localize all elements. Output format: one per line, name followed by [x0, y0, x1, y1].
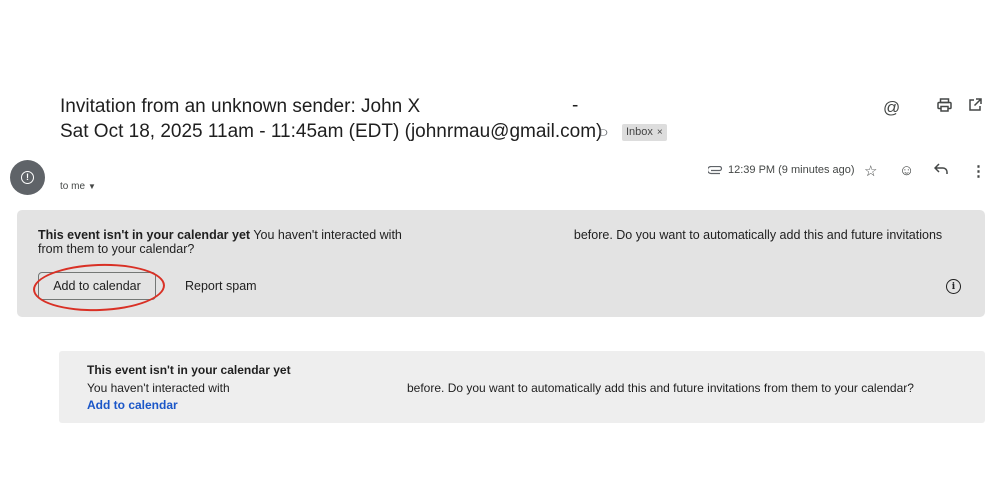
- inbox-label-chip[interactable]: Inbox ×: [622, 124, 667, 141]
- recipient-label: to me: [60, 181, 86, 192]
- unknown-sender-icon: !: [21, 171, 34, 184]
- add-to-calendar-button[interactable]: Add to calendar: [38, 272, 156, 300]
- reply-icon[interactable]: [933, 162, 948, 179]
- sender-avatar[interactable]: !: [10, 160, 45, 195]
- at-icon[interactable]: @: [883, 98, 900, 118]
- more-vert-icon[interactable]: ⋮: [971, 162, 986, 180]
- recipient-details-toggle[interactable]: to me ▼: [60, 181, 96, 192]
- remove-label-icon[interactable]: ×: [657, 127, 663, 138]
- inbox-label-text: Inbox: [626, 126, 653, 138]
- email-subject-line1: Invitation from an unknown sender: John …: [60, 96, 421, 117]
- banner-title: This event isn't in your calendar yet: [38, 228, 251, 242]
- compact-banner-title: This event isn't in your calendar yet: [87, 363, 291, 377]
- paperclip-icon: [706, 163, 723, 178]
- compact-banner-text-after: before. Do you want to automatically add…: [407, 381, 914, 395]
- calendar-banner: [17, 210, 985, 317]
- email-subject-line2: Sat Oct 18, 2025 11am - 11:45am (EDT) (j…: [60, 121, 603, 142]
- star-icon[interactable]: ☆: [864, 162, 877, 180]
- print-icon[interactable]: [937, 98, 952, 117]
- report-spam-button[interactable]: Report spam: [185, 279, 257, 293]
- open-in-new-window-icon[interactable]: [968, 98, 982, 117]
- importance-marker-icon[interactable]: ⫐: [600, 124, 608, 140]
- subject-dash: -: [572, 95, 579, 116]
- message-timestamp: 12:39 PM (9 minutes ago): [728, 164, 855, 176]
- add-to-calendar-link[interactable]: Add to calendar: [87, 398, 178, 412]
- emoji-icon[interactable]: ☺: [899, 162, 914, 179]
- banner-text-before: You haven't interacted with: [253, 228, 402, 242]
- info-icon[interactable]: i: [946, 279, 961, 294]
- compact-banner-text-before: You haven't interacted with: [87, 381, 230, 395]
- calendar-banner-text: This event isn't in your calendar yet Yo…: [38, 228, 948, 256]
- chevron-down-icon: ▼: [88, 182, 96, 191]
